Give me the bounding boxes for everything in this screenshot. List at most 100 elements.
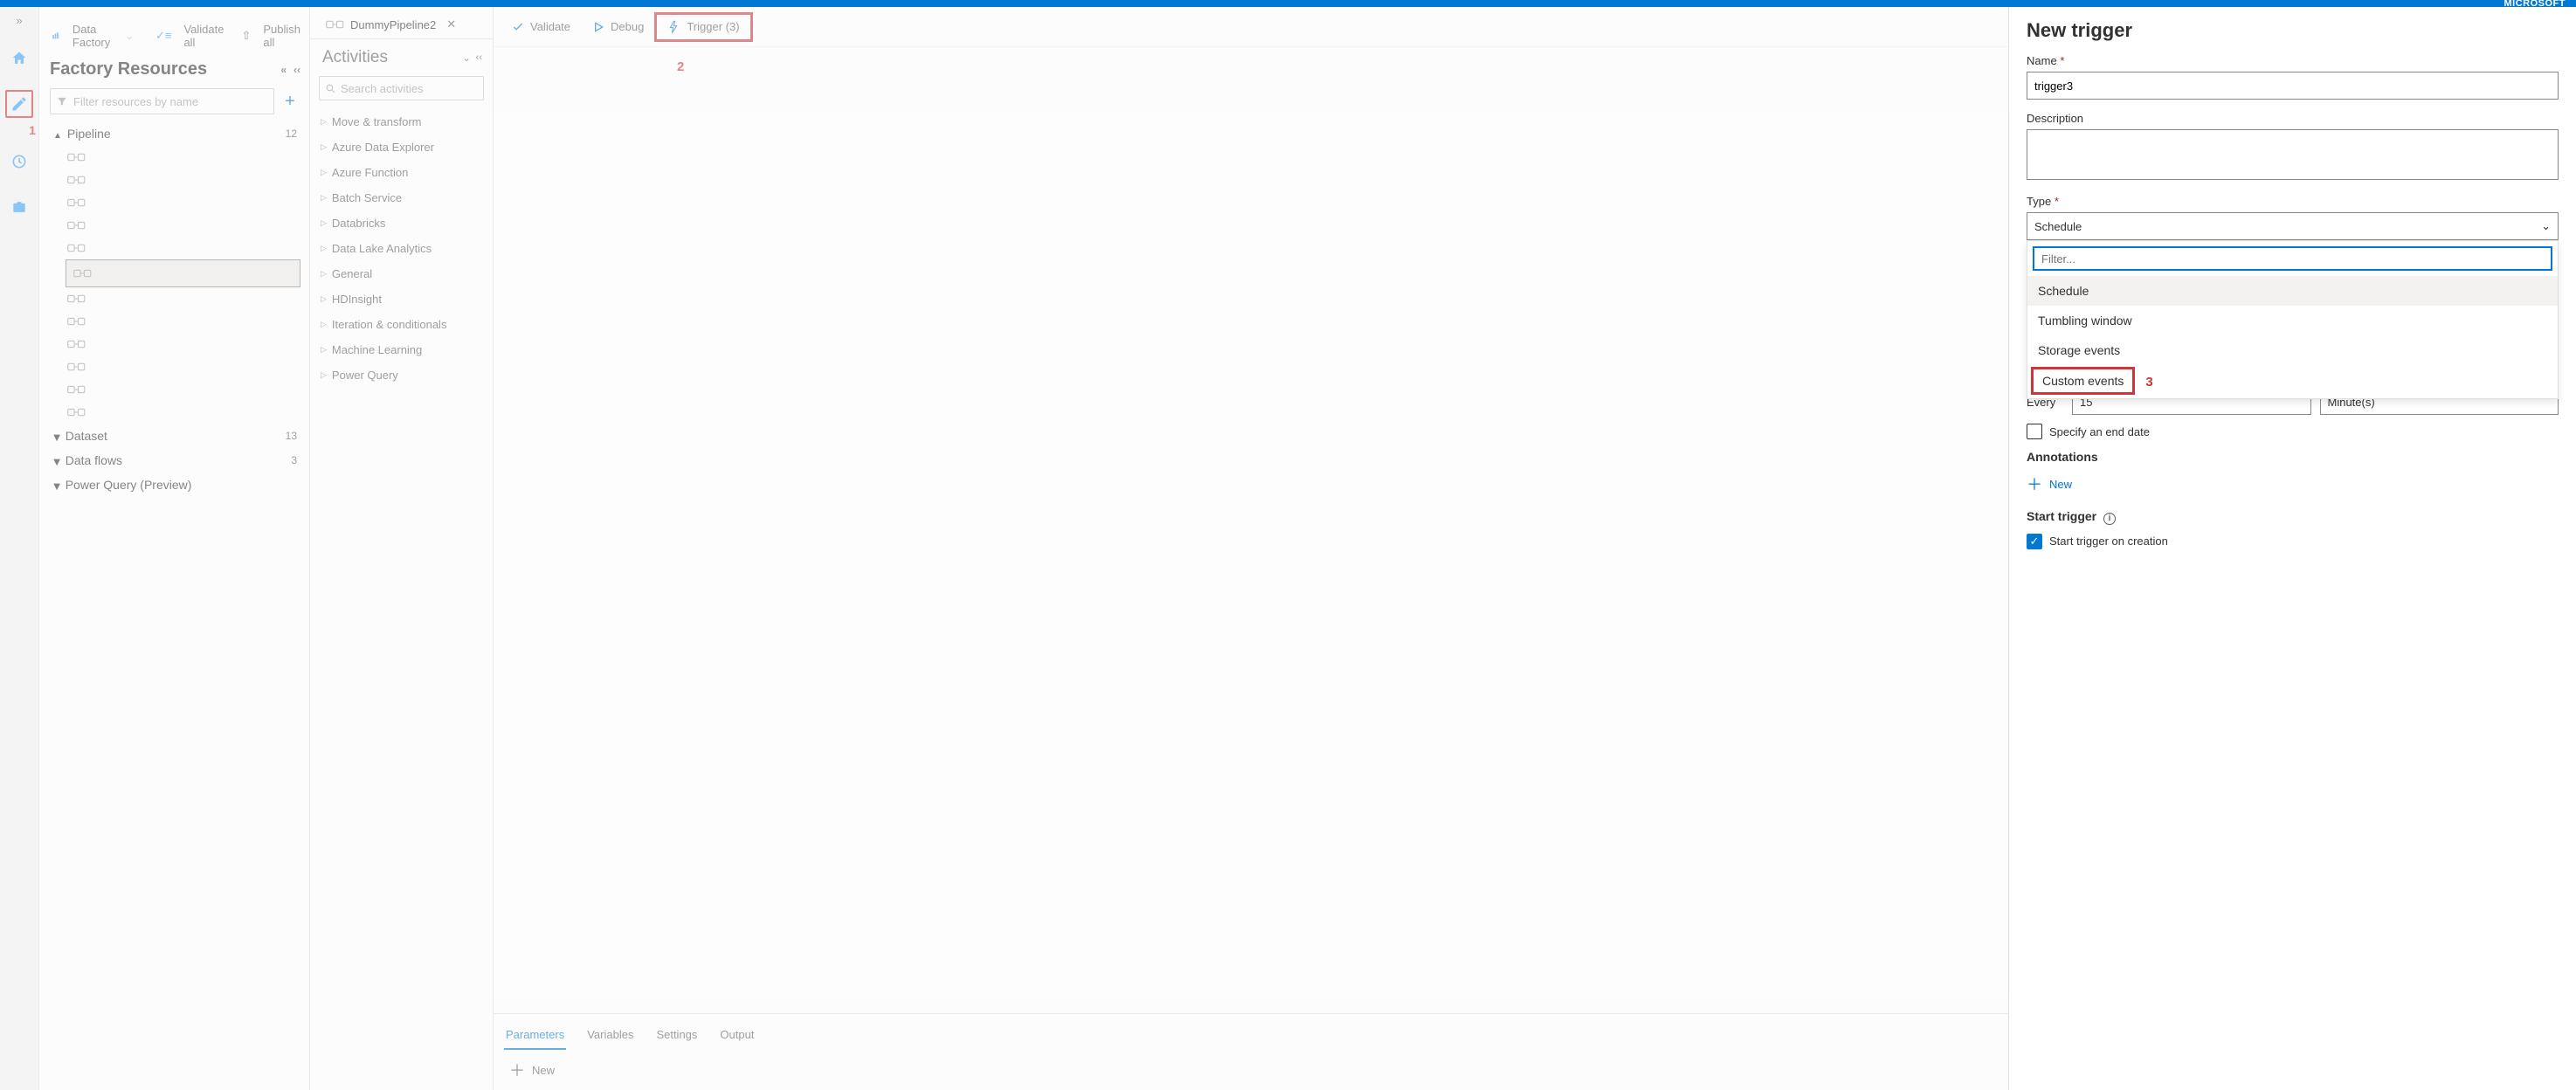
info-icon[interactable]: i	[2103, 513, 2116, 525]
pipeline-count: 12	[286, 128, 297, 140]
canvas-bottom-panel: Parameters Variables Settings Output ＋ New	[494, 1013, 2008, 1090]
collapse-double-icon[interactable]: «	[280, 64, 287, 76]
activity-category[interactable]: ▷HDInsight	[317, 286, 486, 312]
pipeline-item[interactable]	[66, 401, 300, 424]
activity-category[interactable]: ▷Azure Function	[317, 160, 486, 185]
category-label: Azure Data Explorer	[332, 141, 434, 154]
dataflows-label: Data flows	[66, 453, 122, 467]
new-annotation-button[interactable]: ＋ New	[2027, 469, 2559, 499]
collapse-activities-icon[interactable]: ⌄	[462, 52, 470, 64]
publish-all-button[interactable]: Publish all	[263, 23, 300, 49]
activity-category[interactable]: ▷Batch Service	[317, 185, 486, 210]
filter-icon	[56, 95, 68, 107]
dataset-section-header[interactable]: ▶Dataset 13	[50, 424, 300, 448]
type-option-storage[interactable]: Storage events	[2027, 335, 2558, 365]
check-icon	[511, 20, 525, 34]
type-select[interactable]: Schedule ⌄	[2027, 212, 2559, 240]
pipeline-item[interactable]	[66, 214, 300, 237]
start-trigger-checkbox[interactable]: ✓	[2027, 534, 2042, 549]
dataset-label: Dataset	[66, 429, 107, 443]
hide-activities-icon[interactable]: ‹‹	[476, 52, 482, 64]
pipeline-item-selected[interactable]	[66, 259, 300, 287]
new-label: New	[532, 1064, 555, 1077]
annotation-2: 2	[677, 59, 684, 74]
bottom-tab-parameters[interactable]: Parameters	[504, 1021, 566, 1050]
chevron-right-icon: ▷	[321, 168, 327, 177]
pipeline-item[interactable]	[66, 237, 300, 259]
pipeline-section-header[interactable]: ▲Pipeline 12	[50, 121, 300, 146]
new-parameter-button[interactable]: ＋ New	[504, 1050, 1998, 1090]
pipeline-item[interactable]	[66, 333, 300, 355]
home-icon[interactable]	[5, 45, 33, 72]
pipeline-item[interactable]	[66, 378, 300, 401]
validate-all-button[interactable]: Validate all	[183, 23, 224, 49]
name-input[interactable]	[2027, 72, 2559, 100]
annotations-section: Annotations	[2027, 450, 2559, 464]
factory-resources-panel: Data Factory ⌄ ✓≡ Validate all ⇧ Publish…	[39, 7, 310, 1090]
activity-category[interactable]: ▷ General	[317, 261, 486, 286]
type-option-tumbling[interactable]: Tumbling window	[2027, 306, 2558, 335]
dataflows-count: 3	[291, 454, 297, 466]
validate-button[interactable]: Validate	[501, 15, 581, 39]
breadcrumb-data-factory[interactable]: Data Factory	[73, 23, 113, 49]
dataflows-section-header[interactable]: ▶Data flows 3	[50, 448, 300, 473]
activity-category[interactable]: ▷Power Query	[317, 362, 486, 388]
pipeline-icon	[67, 242, 86, 254]
pipeline-icon	[67, 219, 86, 231]
chevron-right-icon: ▷	[321, 320, 327, 329]
activities-search-input[interactable]: Search activities	[319, 76, 484, 100]
pipeline-tab[interactable]: DummyPipeline2 ✕	[319, 14, 463, 35]
activity-category[interactable]: ▷Move & transform	[317, 109, 486, 135]
annotation-3: 3	[2145, 375, 2152, 390]
powerquery-label: Power Query (Preview)	[66, 478, 192, 492]
resource-filter-input[interactable]: Filter resources by name	[50, 88, 274, 114]
pipeline-icon	[67, 406, 86, 418]
powerquery-section-header[interactable]: ▶Power Query (Preview)	[50, 473, 300, 497]
pipeline-item[interactable]	[66, 310, 300, 333]
end-date-checkbox[interactable]	[2027, 424, 2042, 439]
category-label: Iteration & conditionals	[332, 318, 447, 331]
pipeline-icon	[67, 151, 86, 163]
activity-category[interactable]: ▷Azure Data Explorer	[317, 135, 486, 160]
activity-category[interactable]: ▷ Iteration & conditionals	[317, 312, 486, 337]
trigger-button[interactable]: Trigger (3)	[654, 12, 752, 42]
description-input[interactable]	[2027, 129, 2559, 180]
pipeline-item[interactable]	[66, 355, 300, 378]
bottom-tab-variables[interactable]: Variables	[585, 1021, 635, 1050]
activity-category[interactable]: ▷Data Lake Analytics	[317, 236, 486, 261]
type-selected-value: Schedule	[2034, 220, 2082, 233]
chevron-right-icon: ▷	[321, 269, 327, 279]
pipeline-icon	[67, 361, 86, 373]
type-option-custom-events[interactable]: Custom events	[2031, 367, 2135, 395]
add-resource-button[interactable]: +	[280, 92, 300, 112]
pipeline-icon	[326, 18, 345, 31]
chevron-down-icon[interactable]: ⌄	[125, 29, 135, 43]
type-filter-input[interactable]	[2034, 248, 2551, 269]
close-tab-icon[interactable]: ✕	[446, 17, 456, 31]
type-option-schedule[interactable]: Schedule	[2027, 276, 2558, 306]
pipeline-item[interactable]	[66, 169, 300, 191]
type-label: Type *	[2027, 195, 2559, 208]
monitor-icon[interactable]	[5, 148, 33, 176]
manage-icon[interactable]	[5, 193, 33, 221]
bottom-tab-settings[interactable]: Settings	[654, 1021, 699, 1050]
pipeline-item[interactable]	[66, 146, 300, 169]
pipeline-icon	[67, 197, 86, 209]
expand-rail-icon[interactable]: »	[16, 14, 22, 27]
category-label: General	[332, 267, 372, 280]
debug-label: Debug	[611, 20, 644, 33]
annotation-1: 1	[29, 123, 36, 137]
chevron-right-icon: ▷	[321, 117, 327, 127]
bottom-tab-output[interactable]: Output	[718, 1021, 756, 1050]
pipeline-item[interactable]	[66, 287, 300, 310]
activity-category[interactable]: ▷Databricks	[317, 210, 486, 236]
collapse-icon[interactable]: ‹‹	[294, 64, 300, 76]
debug-button[interactable]: Debug	[581, 15, 654, 39]
activities-panel: DummyPipeline2 ✕ Activities ⌄‹‹ Search a…	[310, 7, 494, 1090]
plus-icon: ＋	[509, 1059, 525, 1081]
pipeline-item[interactable]	[66, 191, 300, 214]
activity-category[interactable]: ▷Machine Learning	[317, 337, 486, 362]
chevron-right-icon: ▷	[321, 370, 327, 380]
pipeline-label: Pipeline	[67, 127, 111, 141]
author-icon[interactable]	[5, 90, 33, 118]
